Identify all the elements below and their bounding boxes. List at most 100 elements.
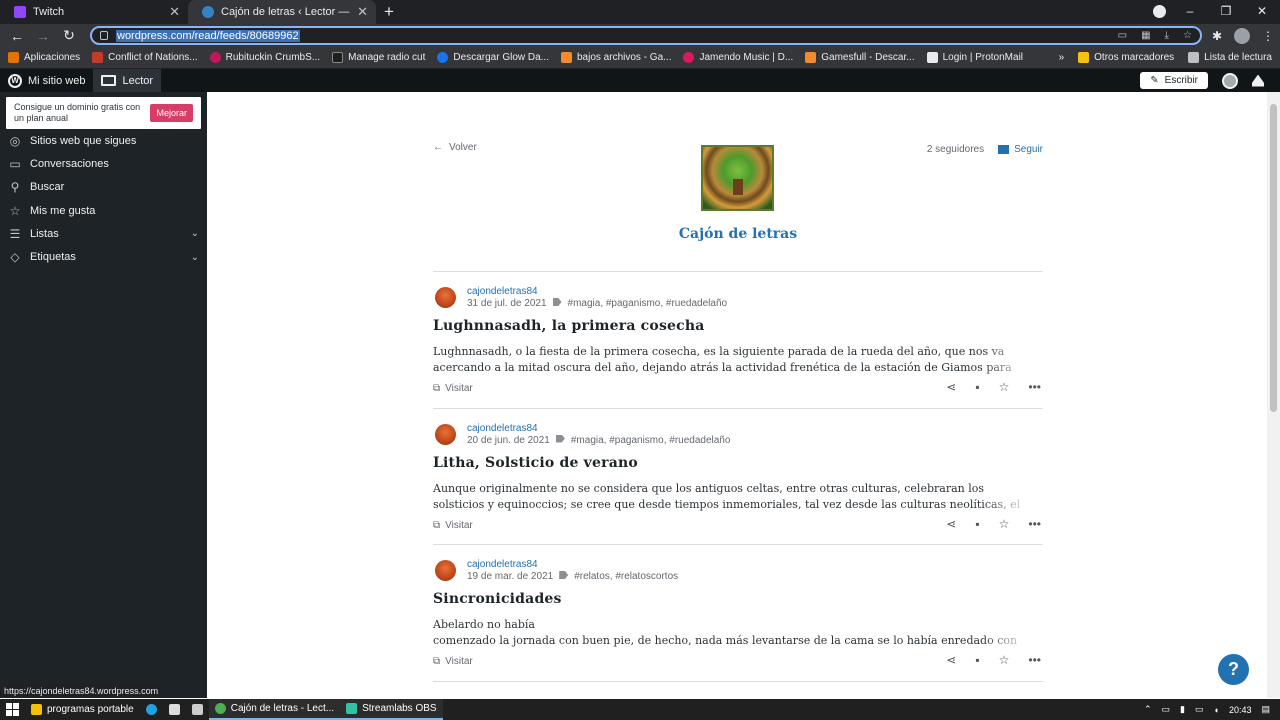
author-avatar[interactable] (435, 560, 456, 581)
cast-icon[interactable]: ▭ (1118, 30, 1127, 41)
post-tags[interactable]: #magia, #paganismo, #ruedadelaño (571, 435, 731, 446)
taskbar-item-folder[interactable]: programas portable (25, 699, 140, 720)
chevron-up-icon[interactable]: ⌃ (1144, 704, 1152, 715)
reading-list[interactable]: Lista de lectura (1188, 52, 1272, 63)
start-button[interactable] (0, 699, 25, 720)
more-options-icon[interactable]: ••• (1028, 517, 1041, 531)
clock[interactable]: 20:43 (1229, 705, 1252, 715)
post-author[interactable]: cajondeletras84 (467, 423, 538, 434)
new-tab-button[interactable]: + (384, 0, 394, 24)
install-icon[interactable]: ⤓ (1165, 30, 1169, 41)
restore-icon[interactable]: ❐ (1208, 0, 1244, 22)
more-bookmarks-icon[interactable]: » (1059, 52, 1065, 63)
sidebar-item-conversations[interactable]: ▭ Conversaciones (0, 152, 207, 175)
follow-button[interactable]: Seguir (998, 144, 1043, 155)
user-avatar[interactable] (1222, 72, 1238, 89)
like-star-icon[interactable]: ☆ (999, 517, 1010, 531)
address-bar[interactable]: wordpress.com/read/feeds/80689962 ▭ ▦ ⤓ … (90, 26, 1202, 45)
visit-link[interactable]: ⧉ Visitar (433, 520, 473, 531)
taskbar-edge[interactable] (140, 699, 163, 720)
comment-icon[interactable]: ▪ (975, 380, 979, 394)
close-tab-icon[interactable]: ✕ (357, 4, 368, 20)
url-text[interactable]: wordpress.com/read/feeds/80689962 (116, 29, 300, 42)
taskbar-store[interactable] (186, 699, 209, 720)
visit-link[interactable]: ⧉ Visitar (433, 656, 473, 667)
forward-arrow-icon[interactable]: → (32, 28, 54, 44)
scrollbar[interactable] (1267, 92, 1280, 698)
extensions-icon[interactable]: ✱ (1212, 29, 1222, 43)
tab-twitch[interactable]: Twitch ✕ (0, 0, 188, 24)
sidebar-item-followed-sites[interactable]: ◎ Sitios web que sigues (0, 129, 207, 152)
scrollbar-thumb[interactable] (1270, 104, 1277, 412)
post-date[interactable]: 20 de jun. de 2021 (467, 435, 550, 446)
post-excerpt[interactable]: Lughnnasadh, o la fiesta de la primera c… (433, 344, 1031, 376)
back-link[interactable]: ← Volver (433, 142, 477, 153)
network-icon[interactable]: ▭ (1162, 704, 1171, 715)
bookmark-item[interactable]: Gamesfull - Descar... (805, 52, 915, 63)
sidebar-item-search[interactable]: ⚲ Buscar (0, 176, 207, 199)
display-icon[interactable]: ▭ (1195, 704, 1204, 715)
minimize-icon[interactable]: – (1172, 0, 1208, 22)
site-title[interactable]: Cajón de letras (433, 226, 1043, 242)
write-button[interactable]: ✎ Escribir (1140, 72, 1208, 89)
author-avatar[interactable] (435, 287, 456, 308)
bookmark-star-icon[interactable]: ☆ (1183, 30, 1192, 41)
share-icon[interactable]: ⋖ (946, 380, 956, 394)
bookmark-item[interactable]: Manage radio cut (332, 52, 425, 63)
bookmark-item[interactable]: Aplicaciones (8, 52, 80, 63)
close-window-icon[interactable]: ✕ (1244, 0, 1280, 22)
post-title[interactable]: Lughnnasadh, la primera cosecha (433, 318, 705, 334)
menu-icon[interactable]: ⋮ (1262, 29, 1274, 43)
my-site-button[interactable]: W Mi sitio web (0, 69, 93, 92)
like-star-icon[interactable]: ☆ (999, 380, 1010, 394)
sidebar-item-tags[interactable]: ◇ Etiquetas ⌄ (0, 245, 207, 268)
comment-icon[interactable]: ▪ (975, 653, 979, 667)
bookmark-item[interactable]: Descargar Glow Da... (437, 52, 549, 63)
post-tags[interactable]: #relatos, #relatoscortos (574, 571, 678, 582)
author-avatar[interactable] (435, 423, 456, 445)
taskbar-item-chrome[interactable]: Cajón de letras - Lect... (208, 699, 341, 720)
notifications-icon[interactable]: ▤ (1261, 704, 1270, 715)
sidebar-item-likes[interactable]: ☆ Mis me gusta (0, 199, 207, 222)
comment-icon[interactable]: ▪ (975, 517, 979, 531)
more-options-icon[interactable]: ••• (1028, 380, 1041, 394)
microphone-icon[interactable]: ▮ (1180, 704, 1185, 715)
help-button[interactable]: ? (1218, 654, 1249, 685)
profile-icon[interactable] (1153, 5, 1166, 18)
bookmark-item[interactable]: Login | ProtonMail (926, 52, 1023, 63)
post-author[interactable]: cajondeletras84 (467, 559, 538, 570)
share-icon[interactable]: ⋖ (946, 653, 956, 667)
bookmark-item[interactable]: Jamendo Music | D... (683, 52, 793, 63)
like-star-icon[interactable]: ☆ (999, 653, 1010, 667)
more-options-icon[interactable]: ••• (1028, 653, 1041, 667)
other-bookmarks[interactable]: Otros marcadores (1078, 52, 1174, 63)
taskbar-mail[interactable] (163, 699, 186, 720)
qr-icon[interactable]: ▦ (1141, 30, 1150, 41)
volume-icon[interactable]: ◖ (1214, 705, 1219, 715)
back-arrow-icon[interactable]: ← (6, 28, 28, 44)
visit-link[interactable]: ⧉ Visitar (433, 383, 473, 394)
taskbar-item-obs[interactable]: Streamlabs OBS (340, 699, 443, 720)
site-icon[interactable] (701, 145, 774, 211)
post-excerpt[interactable]: Aunque originalmente no se considera que… (433, 481, 1031, 513)
upgrade-button[interactable]: Mejorar (150, 104, 193, 122)
avatar[interactable] (1234, 27, 1250, 44)
post-title[interactable]: Sincronicidades (433, 591, 562, 607)
post-tags[interactable]: #magia, #paganismo, #ruedadelaño (568, 298, 728, 309)
notifications-icon[interactable] (1252, 74, 1264, 87)
bookmark-item[interactable]: Conflict of Nations... (92, 52, 198, 63)
tab-reader[interactable]: Cajón de letras ‹ Lector — WordPress ✕ (188, 0, 376, 24)
close-tab-icon[interactable]: ✕ (169, 4, 180, 20)
bookmark-item[interactable]: Rubituckin CrumbS... (209, 52, 320, 63)
bookmark-item[interactable]: bajos archivos - Ga... (561, 52, 671, 63)
share-icon[interactable]: ⋖ (946, 517, 956, 531)
post-title[interactable]: Litha, Solsticio de verano (433, 455, 638, 471)
reader-button[interactable]: Lector (93, 69, 162, 92)
reload-icon[interactable]: ↻ (58, 27, 80, 44)
bookmark-icon (805, 52, 817, 63)
post-date[interactable]: 19 de mar. de 2021 (467, 571, 553, 582)
post-excerpt[interactable]: Abelardo no había comenzado la jornada co… (433, 617, 1031, 649)
post-date[interactable]: 31 de jul. de 2021 (467, 298, 547, 309)
sidebar-item-lists[interactable]: ☰ Listas ⌄ (0, 222, 207, 245)
post-author[interactable]: cajondeletras84 (467, 286, 538, 297)
